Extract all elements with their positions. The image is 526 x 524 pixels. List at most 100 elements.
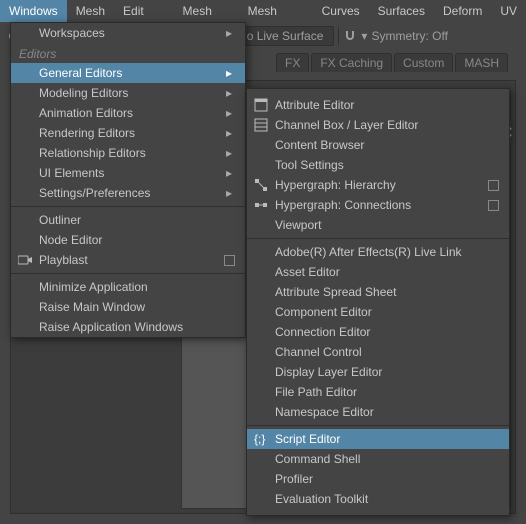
menu-item-playblast[interactable]: Playblast	[11, 250, 245, 270]
menu-item-general-editors[interactable]: General Editors▸	[11, 63, 245, 83]
tab-fx[interactable]: FX	[276, 53, 309, 72]
label: Tool Settings	[275, 158, 499, 172]
label: Outliner	[39, 213, 235, 227]
label: Attribute Spread Sheet	[275, 285, 499, 299]
label: Viewport	[275, 218, 499, 232]
menu-item-channel-control[interactable]: Channel Control	[247, 342, 509, 362]
channel-box-icon	[247, 118, 275, 132]
menu-item-namespace-editor[interactable]: Namespace Editor	[247, 402, 509, 422]
menu-item-profiler[interactable]: Profiler	[247, 469, 509, 489]
svg-text:{;}: {;}	[254, 432, 265, 446]
label: Raise Main Window	[39, 300, 235, 314]
menu-item-attribute-spread-sheet[interactable]: Attribute Spread Sheet	[247, 282, 509, 302]
menubar: Windows Mesh Edit Mesh Mesh Tools Mesh D…	[0, 0, 526, 22]
menu-windows[interactable]: Windows	[0, 0, 67, 22]
menu-surfaces[interactable]: Surfaces	[369, 0, 434, 22]
tab-fx-caching[interactable]: FX Caching	[311, 53, 392, 72]
menu-item-raise-main-window[interactable]: Raise Main Window	[11, 297, 245, 317]
menu-item-component-editor[interactable]: Component Editor	[247, 302, 509, 322]
menu-curves[interactable]: Curves	[313, 0, 369, 22]
menu-item-minimize-application[interactable]: Minimize Application	[11, 277, 245, 297]
label: Relationship Editors	[39, 146, 223, 160]
label: Display Layer Editor	[275, 365, 499, 379]
menu-item-hypergraph-connections[interactable]: Hypergraph: Connections	[247, 195, 509, 215]
menu-mesh[interactable]: Mesh	[67, 0, 114, 22]
menu-heading-editors: Editors	[11, 43, 245, 63]
menu-item-workspaces[interactable]: Workspaces▸	[11, 23, 245, 43]
label: Profiler	[275, 472, 499, 486]
menu-edit-mesh[interactable]: Edit Mesh	[114, 0, 174, 22]
general-editors-submenu: Attribute Editor Channel Box / Layer Edi…	[246, 88, 510, 516]
dropdown-icon[interactable]: ▾	[361, 29, 367, 43]
submenu-arrow-icon: ▸	[223, 86, 235, 100]
separator	[11, 273, 245, 274]
menu-item-attribute-editor[interactable]: Attribute Editor	[247, 95, 509, 115]
label: General Editors	[39, 66, 223, 80]
submenu-arrow-icon: ▸	[223, 126, 235, 140]
menu-item-connection-editor[interactable]: Connection Editor	[247, 322, 509, 342]
menu-item-viewport[interactable]: Viewport	[247, 215, 509, 235]
menu-item-hypergraph-hierarchy[interactable]: Hypergraph: Hierarchy	[247, 175, 509, 195]
menu-item-raise-application-windows[interactable]: Raise Application Windows	[11, 317, 245, 337]
menu-item-channel-box[interactable]: Channel Box / Layer Editor	[247, 115, 509, 135]
label: Modeling Editors	[39, 86, 223, 100]
magnet-icon[interactable]	[343, 29, 357, 43]
label: Script Editor	[275, 432, 499, 446]
menu-item-file-path-editor[interactable]: File Path Editor	[247, 382, 509, 402]
label: Attribute Editor	[275, 98, 499, 112]
menu-item-after-effects-live-link[interactable]: Adobe(R) After Effects(R) Live Link	[247, 242, 509, 262]
label: Hypergraph: Connections	[275, 198, 488, 212]
menu-item-node-editor[interactable]: Node Editor	[11, 230, 245, 250]
menu-mesh-display[interactable]: Mesh Display	[239, 0, 313, 22]
menu-item-evaluation-toolkit[interactable]: Evaluation Toolkit	[247, 489, 509, 509]
tab-custom[interactable]: Custom	[394, 53, 453, 72]
menu-uv[interactable]: UV	[491, 0, 526, 22]
label: Hypergraph: Hierarchy	[275, 178, 488, 192]
symmetry-dropdown[interactable]: Symmetry: Off	[371, 29, 447, 43]
label: Raise Application Windows	[39, 320, 235, 334]
playblast-icon	[11, 255, 39, 265]
label: Animation Editors	[39, 106, 223, 120]
label: Component Editor	[275, 305, 499, 319]
menu-mesh-tools[interactable]: Mesh Tools	[174, 0, 239, 22]
menu-item-tool-settings[interactable]: Tool Settings	[247, 155, 509, 175]
option-box-icon[interactable]	[224, 255, 235, 266]
submenu-arrow-icon: ▸	[223, 146, 235, 160]
menu-deform[interactable]: Deform	[434, 0, 491, 22]
separator	[11, 206, 245, 207]
menu-item-animation-editors[interactable]: Animation Editors▸	[11, 103, 245, 123]
menu-item-display-layer-editor[interactable]: Display Layer Editor	[247, 362, 509, 382]
label: Settings/Preferences	[39, 186, 223, 200]
label: Node Editor	[39, 233, 235, 247]
menu-item-ui-elements[interactable]: UI Elements▸	[11, 163, 245, 183]
label: Connection Editor	[275, 325, 499, 339]
menu-item-outliner[interactable]: Outliner	[11, 210, 245, 230]
separator	[247, 425, 509, 426]
shelf-tabs: FX FX Caching Custom MASH	[270, 50, 526, 74]
label: Minimize Application	[39, 280, 235, 294]
attribute-editor-icon	[247, 98, 275, 112]
menu-item-command-shell[interactable]: Command Shell	[247, 449, 509, 469]
menu-item-script-editor[interactable]: {;} Script Editor	[247, 429, 509, 449]
submenu-arrow-icon: ▸	[223, 66, 235, 80]
divider	[338, 27, 339, 45]
menu-item-relationship-editors[interactable]: Relationship Editors▸	[11, 143, 245, 163]
label: Channel Control	[275, 345, 499, 359]
menu-item-settings-preferences[interactable]: Settings/Preferences▸	[11, 183, 245, 203]
separator	[247, 238, 509, 239]
menu-item-asset-editor[interactable]: Asset Editor	[247, 262, 509, 282]
label: File Path Editor	[275, 385, 499, 399]
label: UI Elements	[39, 166, 223, 180]
label: Namespace Editor	[275, 405, 499, 419]
menu-item-rendering-editors[interactable]: Rendering Editors▸	[11, 123, 245, 143]
option-box-icon[interactable]	[488, 180, 499, 191]
label: Asset Editor	[275, 265, 499, 279]
menu-item-modeling-editors[interactable]: Modeling Editors▸	[11, 83, 245, 103]
menu-item-content-browser[interactable]: Content Browser	[247, 135, 509, 155]
submenu-arrow-icon: ▸	[223, 186, 235, 200]
option-box-icon[interactable]	[488, 200, 499, 211]
label: Channel Box / Layer Editor	[275, 118, 499, 132]
label: Adobe(R) After Effects(R) Live Link	[275, 245, 499, 259]
tab-mash[interactable]: MASH	[455, 53, 508, 72]
label: Content Browser	[275, 138, 499, 152]
